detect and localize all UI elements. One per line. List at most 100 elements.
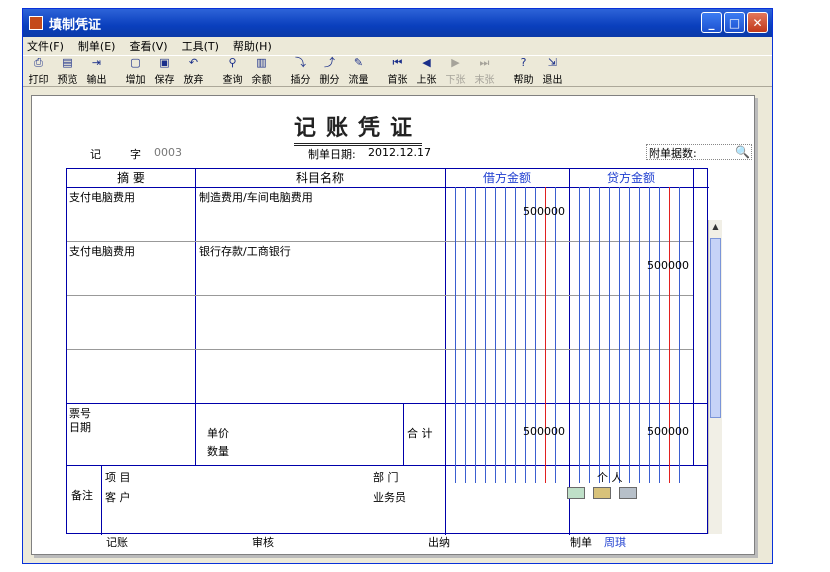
- toolbar: ⎙ 打印 ▤ 预览 ⇥ 输出 ▢ 增加 ▣ 保存 ↶ 放弃 ⚲ 查询 ▥ 余额 ⤵ 插分 ⤴ 删分 …: [23, 55, 772, 87]
- first-label: 首张: [387, 75, 408, 86]
- query-label: 查询: [222, 75, 243, 86]
- binoculars-icon: ⚲: [228, 56, 237, 69]
- header-debit: 借方金额: [482, 171, 531, 185]
- voucher-date[interactable]: 2012.12.17: [368, 146, 431, 159]
- search-icon[interactable]: 🔍: [735, 145, 750, 159]
- project-label: 项 目: [105, 471, 131, 484]
- maker-name: 周琪: [604, 536, 626, 549]
- export-label: 输出: [86, 75, 107, 86]
- menu-edit[interactable]: 制单(E): [78, 38, 116, 54]
- maximize-button[interactable]: □: [724, 12, 745, 33]
- printer-icon: ⎙: [34, 56, 43, 69]
- save-button[interactable]: ▣ 保存: [151, 56, 178, 87]
- close-button[interactable]: ✕: [747, 12, 768, 33]
- remark-label: 备注: [71, 489, 93, 502]
- cash-icon[interactable]: [619, 487, 637, 499]
- bank-icon[interactable]: [593, 487, 611, 499]
- customer-label: 客 户: [105, 491, 131, 504]
- scroll-thumb[interactable]: [710, 238, 721, 418]
- first-button[interactable]: ⏮ 首张: [384, 56, 411, 87]
- delete-row-button[interactable]: ⤴ 删分: [316, 56, 343, 87]
- menu-file[interactable]: 文件(F): [27, 38, 64, 54]
- cashier-label: 出纳: [428, 536, 450, 549]
- balance-chart-icon: ▥: [256, 56, 267, 69]
- insert-row-label: 插分: [290, 75, 311, 86]
- app-icon: [29, 16, 43, 30]
- discard-label: 放弃: [183, 75, 204, 86]
- menu-view[interactable]: 查看(V): [129, 38, 167, 54]
- insert-row-icon: ⤵: [295, 56, 306, 69]
- row-1-account[interactable]: 制造费用/车间电脑费用: [199, 189, 313, 205]
- row-2-account[interactable]: 银行存款/工商银行: [199, 243, 291, 259]
- voucher-title: 记账凭证: [294, 110, 423, 146]
- balance-label: 余额: [251, 75, 272, 86]
- minimize-button[interactable]: _: [701, 12, 722, 33]
- last-icon: ⏭: [479, 56, 490, 69]
- quantity-label: 数量: [207, 445, 229, 458]
- row-2-summary[interactable]: 支付电脑费用: [69, 243, 135, 259]
- add-label: 增加: [125, 75, 146, 86]
- bookkeeping-label: 记账: [106, 536, 128, 549]
- dept-label: 部 门: [373, 471, 399, 484]
- delete-row-label: 删分: [319, 75, 340, 86]
- vertical-scrollbar[interactable]: ▲: [708, 220, 722, 534]
- undo-icon: ↶: [188, 56, 199, 69]
- menu-help[interactable]: 帮助(H): [233, 38, 272, 54]
- last-button[interactable]: ⏭ 末张: [471, 56, 498, 87]
- voucher-paper: 记账凭证 记 字 0003 制单日期: 2012.12.17 附单据数: 🔍 摘…: [31, 95, 755, 555]
- help-label: 帮助: [513, 75, 534, 86]
- balance-button[interactable]: ▥ 余额: [248, 56, 275, 87]
- discard-button[interactable]: ↶ 放弃: [180, 56, 207, 87]
- date-label: 制单日期:: [308, 148, 356, 161]
- prev-button[interactable]: ◀ 上张: [413, 56, 440, 87]
- menu-tools[interactable]: 工具(T): [182, 38, 219, 54]
- first-icon: ⏮: [392, 56, 403, 69]
- print-button[interactable]: ⎙ 打印: [25, 56, 52, 87]
- exit-icon: ⇲: [547, 56, 558, 69]
- row-1-debit[interactable]: 500000: [457, 205, 565, 218]
- last-label: 末张: [474, 75, 495, 86]
- flow-label: 流量: [348, 75, 369, 86]
- add-icon: ▢: [130, 56, 141, 69]
- unit-price-label: 单价: [207, 427, 229, 440]
- voucher-footer: 记账 审核 出纳 制单 周琪: [66, 534, 708, 552]
- voucher-number-label: 字: [130, 148, 141, 161]
- query-button[interactable]: ⚲ 查询: [219, 56, 246, 87]
- help-icon: ?: [520, 56, 527, 69]
- insert-row-button[interactable]: ⤵ 插分: [287, 56, 314, 87]
- row-2-credit[interactable]: 500000: [581, 259, 689, 272]
- debit-total: 500000: [523, 425, 565, 438]
- exit-button[interactable]: ⇲ 退出: [539, 56, 566, 87]
- window-title: 填制凭证: [49, 17, 102, 33]
- row-1-summary[interactable]: 支付电脑费用: [69, 189, 135, 205]
- prev-icon: ◀: [422, 56, 431, 69]
- window-titlebar[interactable]: 填制凭证 _ □ ✕: [23, 9, 772, 37]
- delete-row-icon: ⤴: [324, 56, 335, 69]
- voucher-type[interactable]: 记: [90, 146, 101, 162]
- header-account: 科目名称: [295, 171, 344, 185]
- header-credit: 贷方金额: [606, 171, 655, 185]
- audit-label: 审核: [252, 536, 274, 549]
- menu-bar: 文件(F) 制单(E) 查看(V) 工具(T) 帮助(H): [23, 37, 772, 55]
- salesman-label: 业务员: [373, 491, 406, 504]
- scroll-up-icon[interactable]: ▲: [709, 220, 722, 234]
- person-label: 个 人: [597, 471, 623, 484]
- flow-icon: ✎: [353, 56, 364, 69]
- export-button[interactable]: ⇥ 输出: [83, 56, 110, 87]
- preview-button[interactable]: ▤ 预览: [54, 56, 81, 87]
- export-icon: ⇥: [91, 56, 102, 69]
- print-label: 打印: [28, 75, 49, 86]
- voucher-number[interactable]: 0003: [154, 146, 182, 159]
- voucher-grid: 摘 要 科目名称 借方金额 贷方金额 支付电脑费用 制造费用/车间电脑费用 50…: [66, 168, 709, 535]
- exit-label: 退出: [542, 75, 563, 86]
- credit-total: 500000: [647, 425, 689, 438]
- next-label: 下张: [445, 75, 466, 86]
- next-icon: ▶: [451, 56, 460, 69]
- attachments-label: 附单据数:: [649, 147, 697, 160]
- card-icon[interactable]: [567, 487, 585, 499]
- help-button[interactable]: ? 帮助: [510, 56, 537, 87]
- next-button[interactable]: ▶ 下张: [442, 56, 469, 87]
- save-label: 保存: [154, 75, 175, 86]
- add-button[interactable]: ▢ 增加: [122, 56, 149, 87]
- flow-button[interactable]: ✎ 流量: [345, 56, 372, 87]
